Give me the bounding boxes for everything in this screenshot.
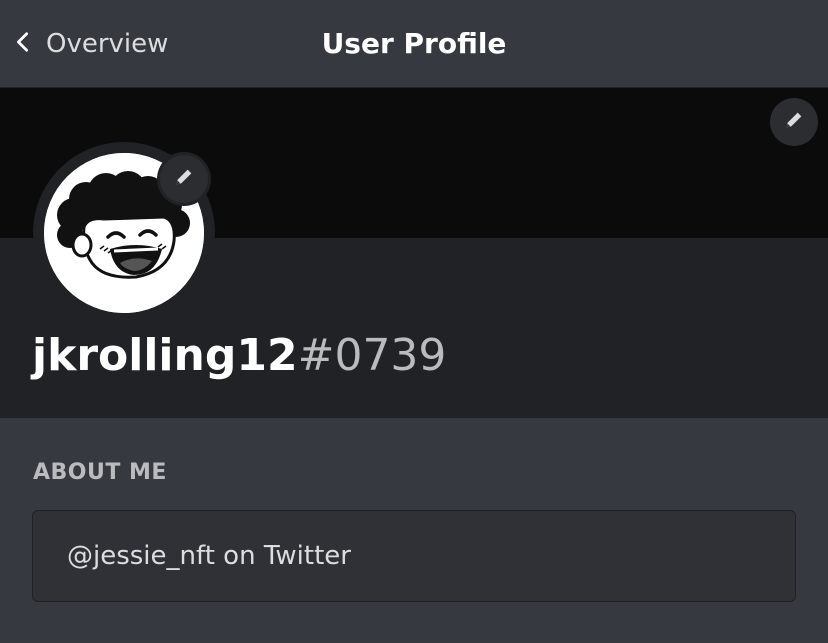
about-me-field[interactable]: @jessie_nft on Twitter <box>32 510 796 602</box>
edit-banner-button[interactable] <box>770 98 818 146</box>
pencil-icon <box>783 109 805 135</box>
pencil-icon <box>173 166 195 192</box>
about-me-section: ABOUT ME @jessie_nft on Twitter <box>0 418 828 643</box>
discriminator: #0739 <box>297 330 447 381</box>
edit-avatar-button[interactable] <box>160 155 208 203</box>
about-me-heading: ABOUT ME <box>33 460 167 485</box>
about-me-text: @jessie_nft on Twitter <box>67 541 351 571</box>
top-bar: Overview User Profile <box>0 0 828 88</box>
username: jkrolling12 <box>32 330 298 381</box>
username-tag: jkrolling12#0739 <box>32 330 446 381</box>
page-title: User Profile <box>321 27 507 60</box>
user-profile-screen: Overview User Profile jkrolling12#0739 A… <box>0 0 828 643</box>
